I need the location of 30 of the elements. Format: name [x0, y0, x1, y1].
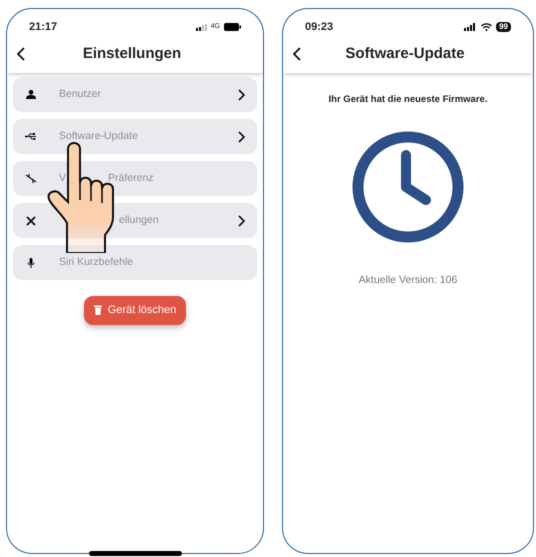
battery-icon — [224, 23, 241, 31]
usb-icon — [25, 133, 37, 140]
trash-icon — [94, 305, 102, 316]
battery-level: 99 — [496, 22, 511, 32]
signal-icon — [464, 23, 478, 31]
wifi-icon — [481, 23, 492, 31]
status-time: 09:23 — [305, 20, 334, 35]
version-text: Aktuelle Version: 106 — [358, 273, 458, 288]
row-label: Siri Kurzbefehle — [59, 254, 134, 270]
microphone-icon — [25, 258, 37, 268]
person-icon — [25, 90, 37, 99]
row-label: V — [59, 170, 66, 186]
row-label: ellungen — [119, 212, 159, 228]
settings-row[interactable]: Benutzer — [13, 77, 257, 112]
row-label: Software-Update — [59, 128, 138, 144]
firmware-message: Ihr Gerät hat die neueste Firmware. — [328, 93, 488, 107]
tools-icon — [25, 216, 37, 226]
clock-icon — [352, 131, 464, 244]
settings-row[interactable]: Software-Update — [13, 119, 257, 154]
settings-row[interactable]: Siri Kurzbefehle — [13, 245, 257, 280]
back-button[interactable] — [17, 47, 25, 61]
status-time: 21:17 — [29, 20, 58, 35]
screen-title: Software-Update — [344, 44, 466, 64]
sliders-icon — [25, 174, 37, 183]
back-button[interactable] — [293, 47, 301, 61]
delete-device-button[interactable]: Gerät löschen — [84, 296, 186, 324]
row-label: Benutzer — [59, 86, 102, 102]
screen-title: Einstellungen — [82, 44, 182, 64]
row-label: Präferenz — [108, 170, 154, 186]
signal-icon — [196, 24, 207, 30]
